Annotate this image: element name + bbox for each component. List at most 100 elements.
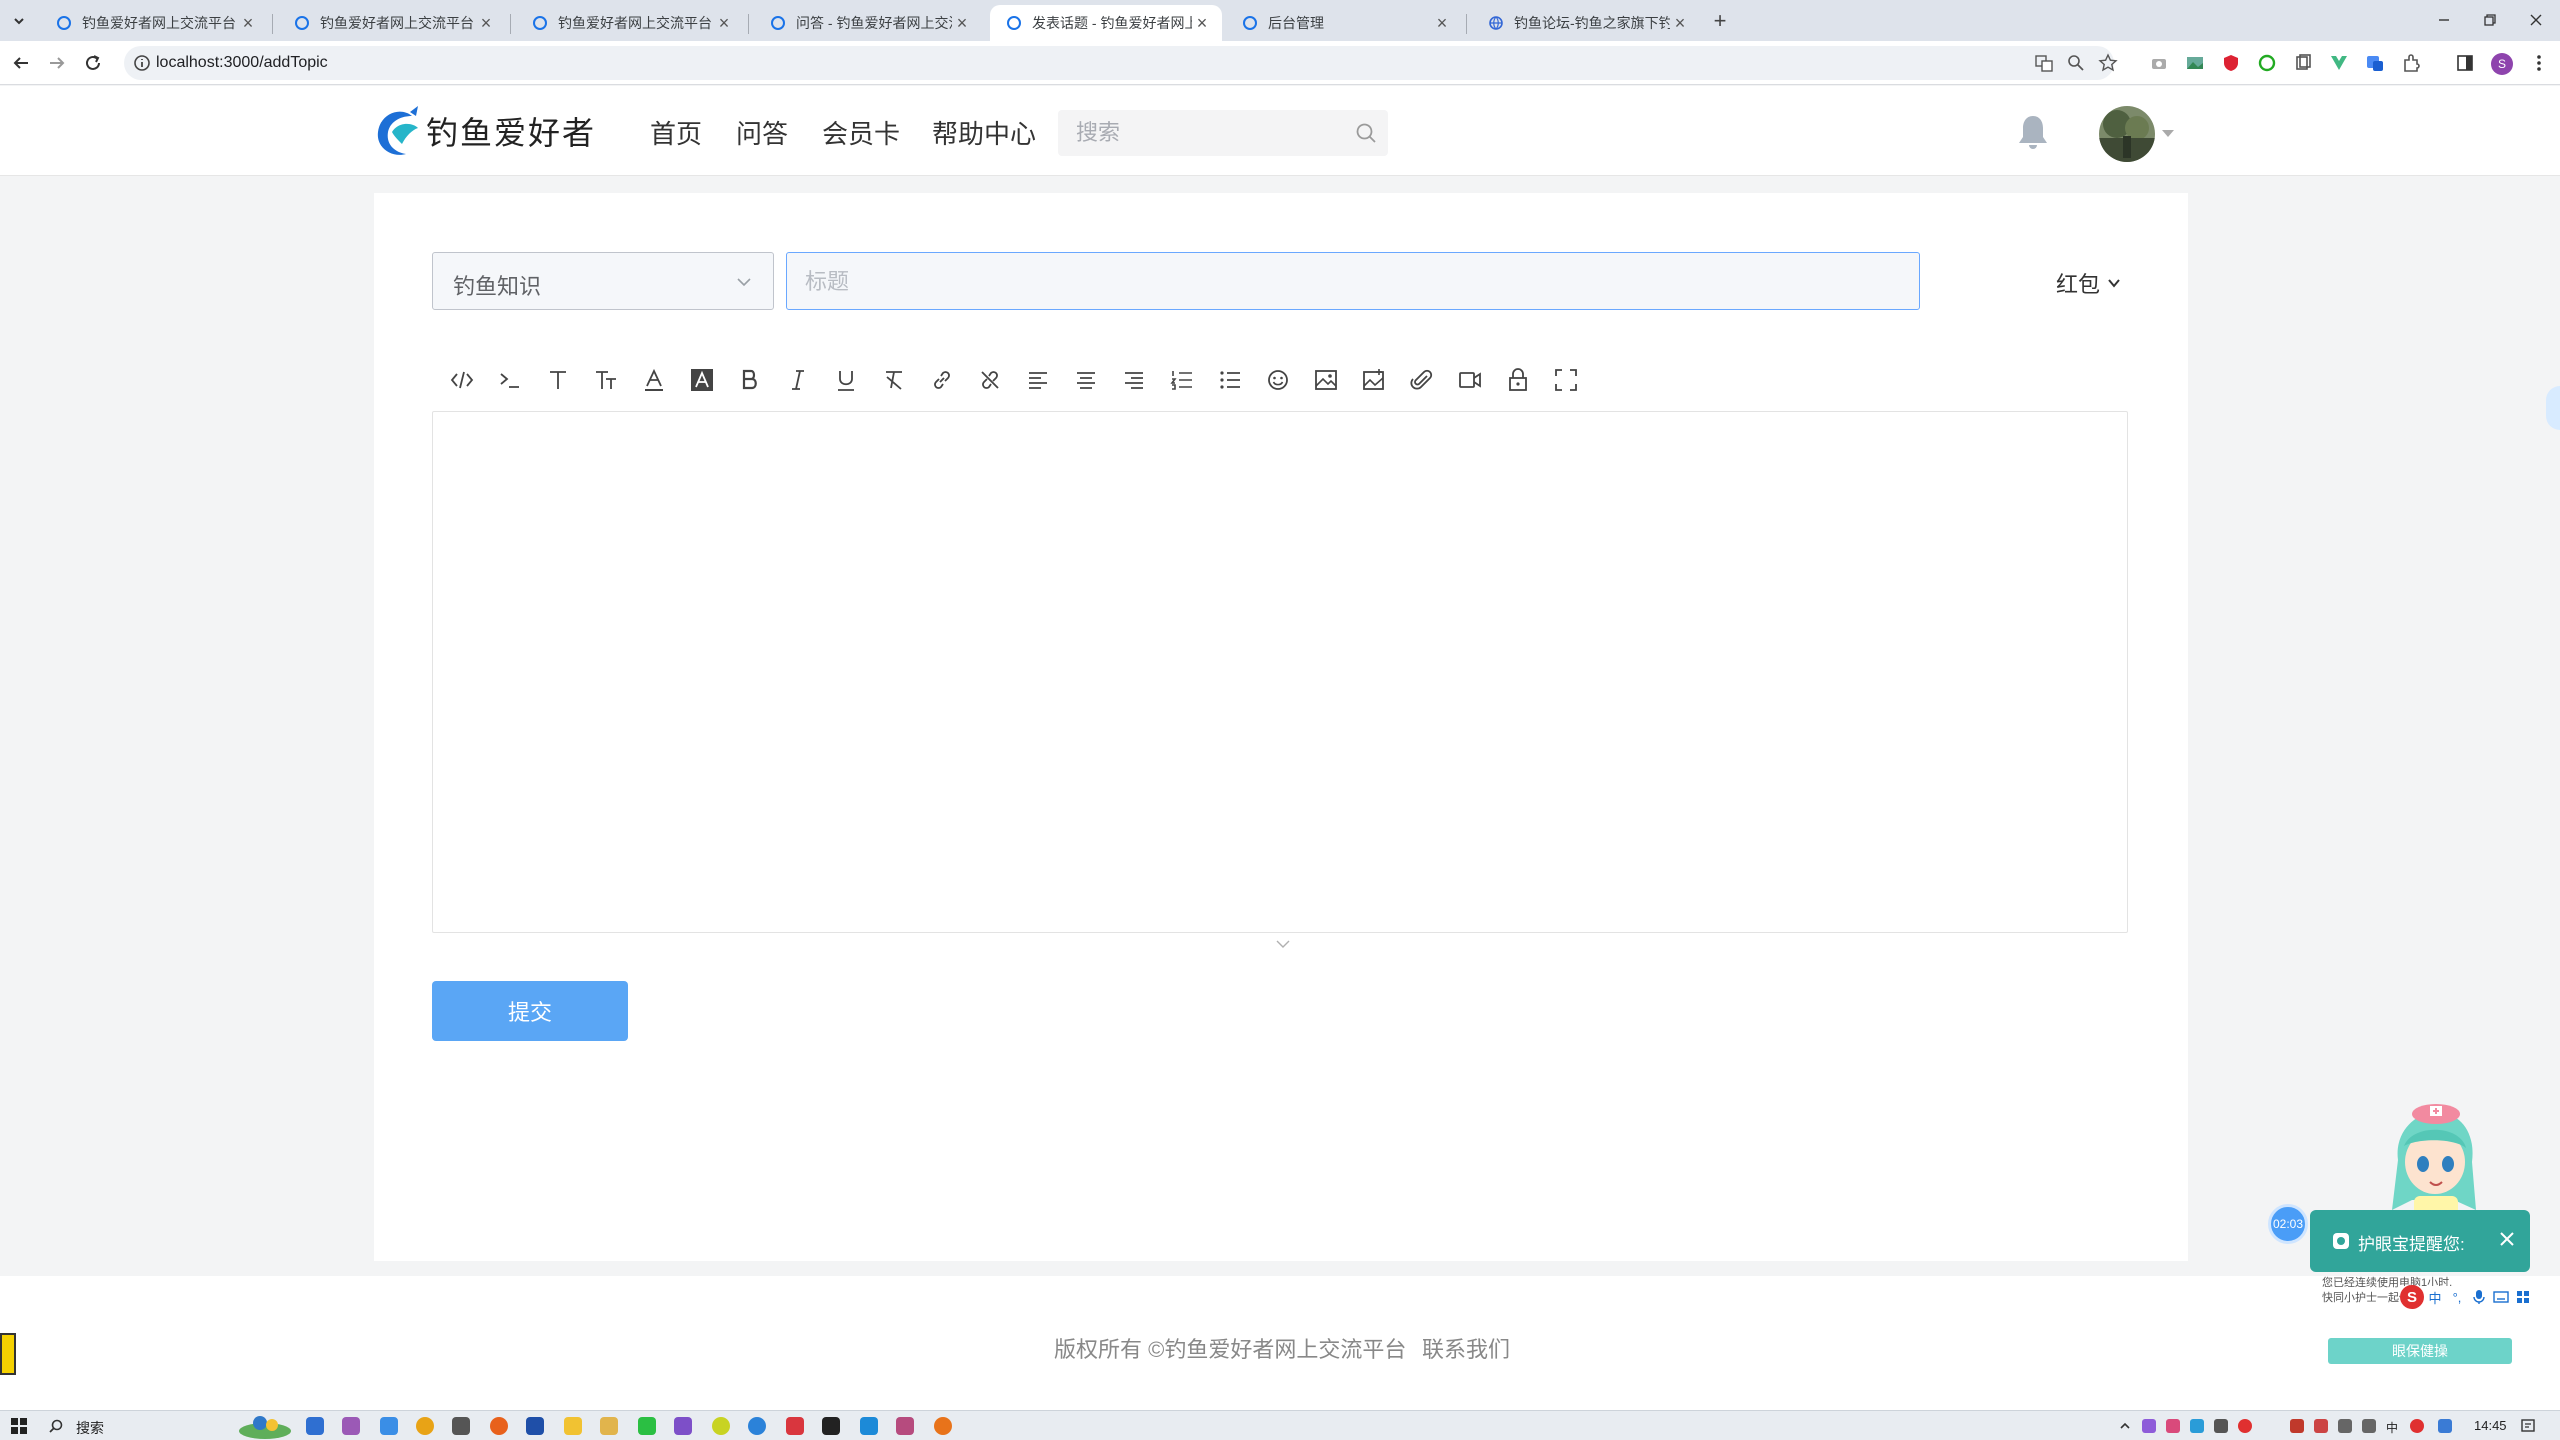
vscode-taskbar-icon[interactable] — [860, 1417, 878, 1435]
image-gallery-icon[interactable] — [1350, 357, 1398, 403]
browser-tab[interactable]: 问答 - 钓鱼爱好者网上交流平台 × — [754, 5, 982, 41]
nav-qa[interactable]: 问答 — [736, 114, 788, 151]
unlink-icon[interactable] — [966, 357, 1014, 403]
taskbar-app-icon[interactable] — [896, 1417, 914, 1435]
tray-app-icon[interactable] — [2214, 1419, 2228, 1433]
user-avatar[interactable] — [2099, 106, 2155, 162]
extensions-puzzle-icon[interactable] — [2400, 52, 2422, 74]
translate-icon[interactable] — [2034, 53, 2054, 73]
browser-menu-icon[interactable] — [2528, 52, 2550, 74]
browser-tab[interactable]: 钓鱼论坛-钓鱼之家旗下钓鱼交流 × — [1472, 5, 1700, 41]
shield-extension-icon[interactable] — [2220, 52, 2242, 74]
link-icon[interactable] — [918, 357, 966, 403]
tray-app-icon[interactable] — [2314, 1419, 2328, 1433]
image-icon[interactable] — [1302, 357, 1350, 403]
sogou-ime-icon[interactable]: S — [2400, 1285, 2424, 1309]
fullscreen-icon[interactable] — [1542, 357, 1590, 403]
footer-contact-link[interactable]: 联系我们 — [1422, 1332, 1510, 1364]
taskbar-app-icon[interactable] — [526, 1417, 544, 1435]
network-icon[interactable] — [2338, 1419, 2352, 1433]
tab-close-icon[interactable]: × — [1670, 13, 1690, 33]
wechat-taskbar-icon[interactable] — [638, 1417, 656, 1435]
profile-avatar[interactable]: S — [2491, 53, 2513, 75]
taskbar-app-icon[interactable] — [786, 1417, 804, 1435]
chrome-taskbar-icon[interactable] — [416, 1417, 434, 1435]
taskbar-clock[interactable]: 14:45 — [2474, 1418, 2507, 1433]
red-packet-dropdown[interactable]: 红包 — [2056, 267, 2122, 299]
ime-language[interactable]: 中 — [2424, 1287, 2446, 1307]
reload-icon[interactable] — [82, 52, 104, 74]
align-right-icon[interactable] — [1110, 357, 1158, 403]
volume-icon[interactable] — [2362, 1419, 2376, 1433]
terminal-icon[interactable] — [486, 357, 534, 403]
show-hidden-icons-chevron-icon[interactable] — [2118, 1419, 2132, 1433]
ime-language-indicator[interactable]: 中 — [2386, 1419, 2402, 1435]
site-logo[interactable]: 钓鱼爱好者 — [372, 100, 596, 162]
nav-membership-card[interactable]: 会员卡 — [822, 114, 900, 151]
eye-exercise-button[interactable]: 眼保健操 — [2328, 1338, 2512, 1364]
taskbar-app-icon[interactable] — [452, 1417, 470, 1435]
camera-extension-icon[interactable] — [2148, 52, 2170, 74]
copy-extension-icon[interactable] — [2292, 52, 2314, 74]
bold-icon[interactable] — [726, 357, 774, 403]
tray-app-icon[interactable] — [2166, 1419, 2180, 1433]
address-bar[interactable]: localhost:3000/addTopic — [124, 46, 2118, 80]
file-explorer-taskbar-icon[interactable] — [564, 1417, 582, 1435]
taskbar-app-icon[interactable] — [674, 1417, 692, 1435]
ime-microphone-icon[interactable] — [2468, 1287, 2490, 1307]
taskbar-app-icon[interactable] — [748, 1417, 766, 1435]
search-input[interactable] — [1076, 118, 1336, 148]
tray-app-icon[interactable] — [2238, 1419, 2252, 1433]
title-input[interactable] — [805, 267, 1895, 297]
bookmark-star-icon[interactable] — [2098, 53, 2118, 73]
desktop-note-icon[interactable] — [0, 1333, 16, 1375]
ordered-list-icon[interactable] — [1158, 357, 1206, 403]
notification-center-icon[interactable] — [2520, 1418, 2536, 1434]
tab-search-chevron-icon[interactable] — [8, 10, 30, 32]
browser-tab-active[interactable]: 发表话题 - 钓鱼爱好者网上交流平台 × — [990, 5, 1222, 41]
text-size-icon[interactable] — [534, 357, 582, 403]
close-icon[interactable] — [2496, 1228, 2518, 1250]
editor-resize-chevron-icon[interactable] — [1274, 937, 1292, 951]
notification-bell-icon[interactable] — [2016, 112, 2050, 152]
site-info-icon[interactable] — [132, 53, 152, 73]
browser-tab[interactable]: 后台管理 × — [1226, 5, 1462, 41]
align-center-icon[interactable] — [1062, 357, 1110, 403]
ime-punctuation-icon[interactable]: °, — [2446, 1287, 2468, 1307]
eye-care-timer[interactable]: 02:03 — [2268, 1204, 2308, 1244]
attachment-icon[interactable] — [1398, 357, 1446, 403]
taskbar-app-icon[interactable] — [712, 1417, 730, 1435]
font-size-icon[interactable] — [582, 357, 630, 403]
search-icon[interactable] — [1354, 121, 1378, 145]
side-floating-tab[interactable] — [2546, 386, 2560, 430]
tab-close-icon[interactable]: × — [476, 13, 496, 33]
emoji-icon[interactable] — [1254, 357, 1302, 403]
taskbar-app-icon[interactable] — [600, 1417, 618, 1435]
taskbar-app-icon[interactable] — [934, 1417, 952, 1435]
sogou-tray-icon[interactable] — [2410, 1419, 2424, 1433]
tray-app-icon[interactable] — [2290, 1419, 2304, 1433]
code-icon[interactable] — [438, 357, 486, 403]
tray-app-icon[interactable] — [2438, 1419, 2452, 1433]
url-text[interactable]: localhost:3000/addTopic — [156, 54, 328, 72]
nurse-mascot-icon[interactable] — [2368, 1100, 2498, 1218]
intellij-taskbar-icon[interactable] — [822, 1417, 840, 1435]
image-extension-icon[interactable] — [2184, 52, 2206, 74]
clear-format-icon[interactable] — [870, 357, 918, 403]
underline-icon[interactable] — [822, 357, 870, 403]
align-left-icon[interactable] — [1014, 357, 1062, 403]
green-extension-icon[interactable] — [2256, 52, 2278, 74]
restore-window-icon[interactable] — [2470, 6, 2510, 34]
font-color-icon[interactable] — [630, 357, 678, 403]
close-window-icon[interactable] — [2516, 6, 2556, 34]
avatar-caret-down-icon[interactable] — [2160, 126, 2176, 140]
back-arrow-icon[interactable] — [10, 52, 32, 74]
side-panel-icon[interactable] — [2454, 52, 2476, 74]
nav-home[interactable]: 首页 — [650, 114, 702, 151]
forward-arrow-icon[interactable] — [46, 52, 68, 74]
browser-tab[interactable]: 钓鱼爱好者网上交流平台 × — [516, 5, 744, 41]
firefox-taskbar-icon[interactable] — [490, 1417, 508, 1435]
tab-close-icon[interactable]: × — [714, 13, 734, 33]
browser-tab[interactable]: 钓鱼爱好者网上交流平台 × — [278, 5, 506, 41]
translate-extension-icon[interactable] — [2364, 52, 2386, 74]
